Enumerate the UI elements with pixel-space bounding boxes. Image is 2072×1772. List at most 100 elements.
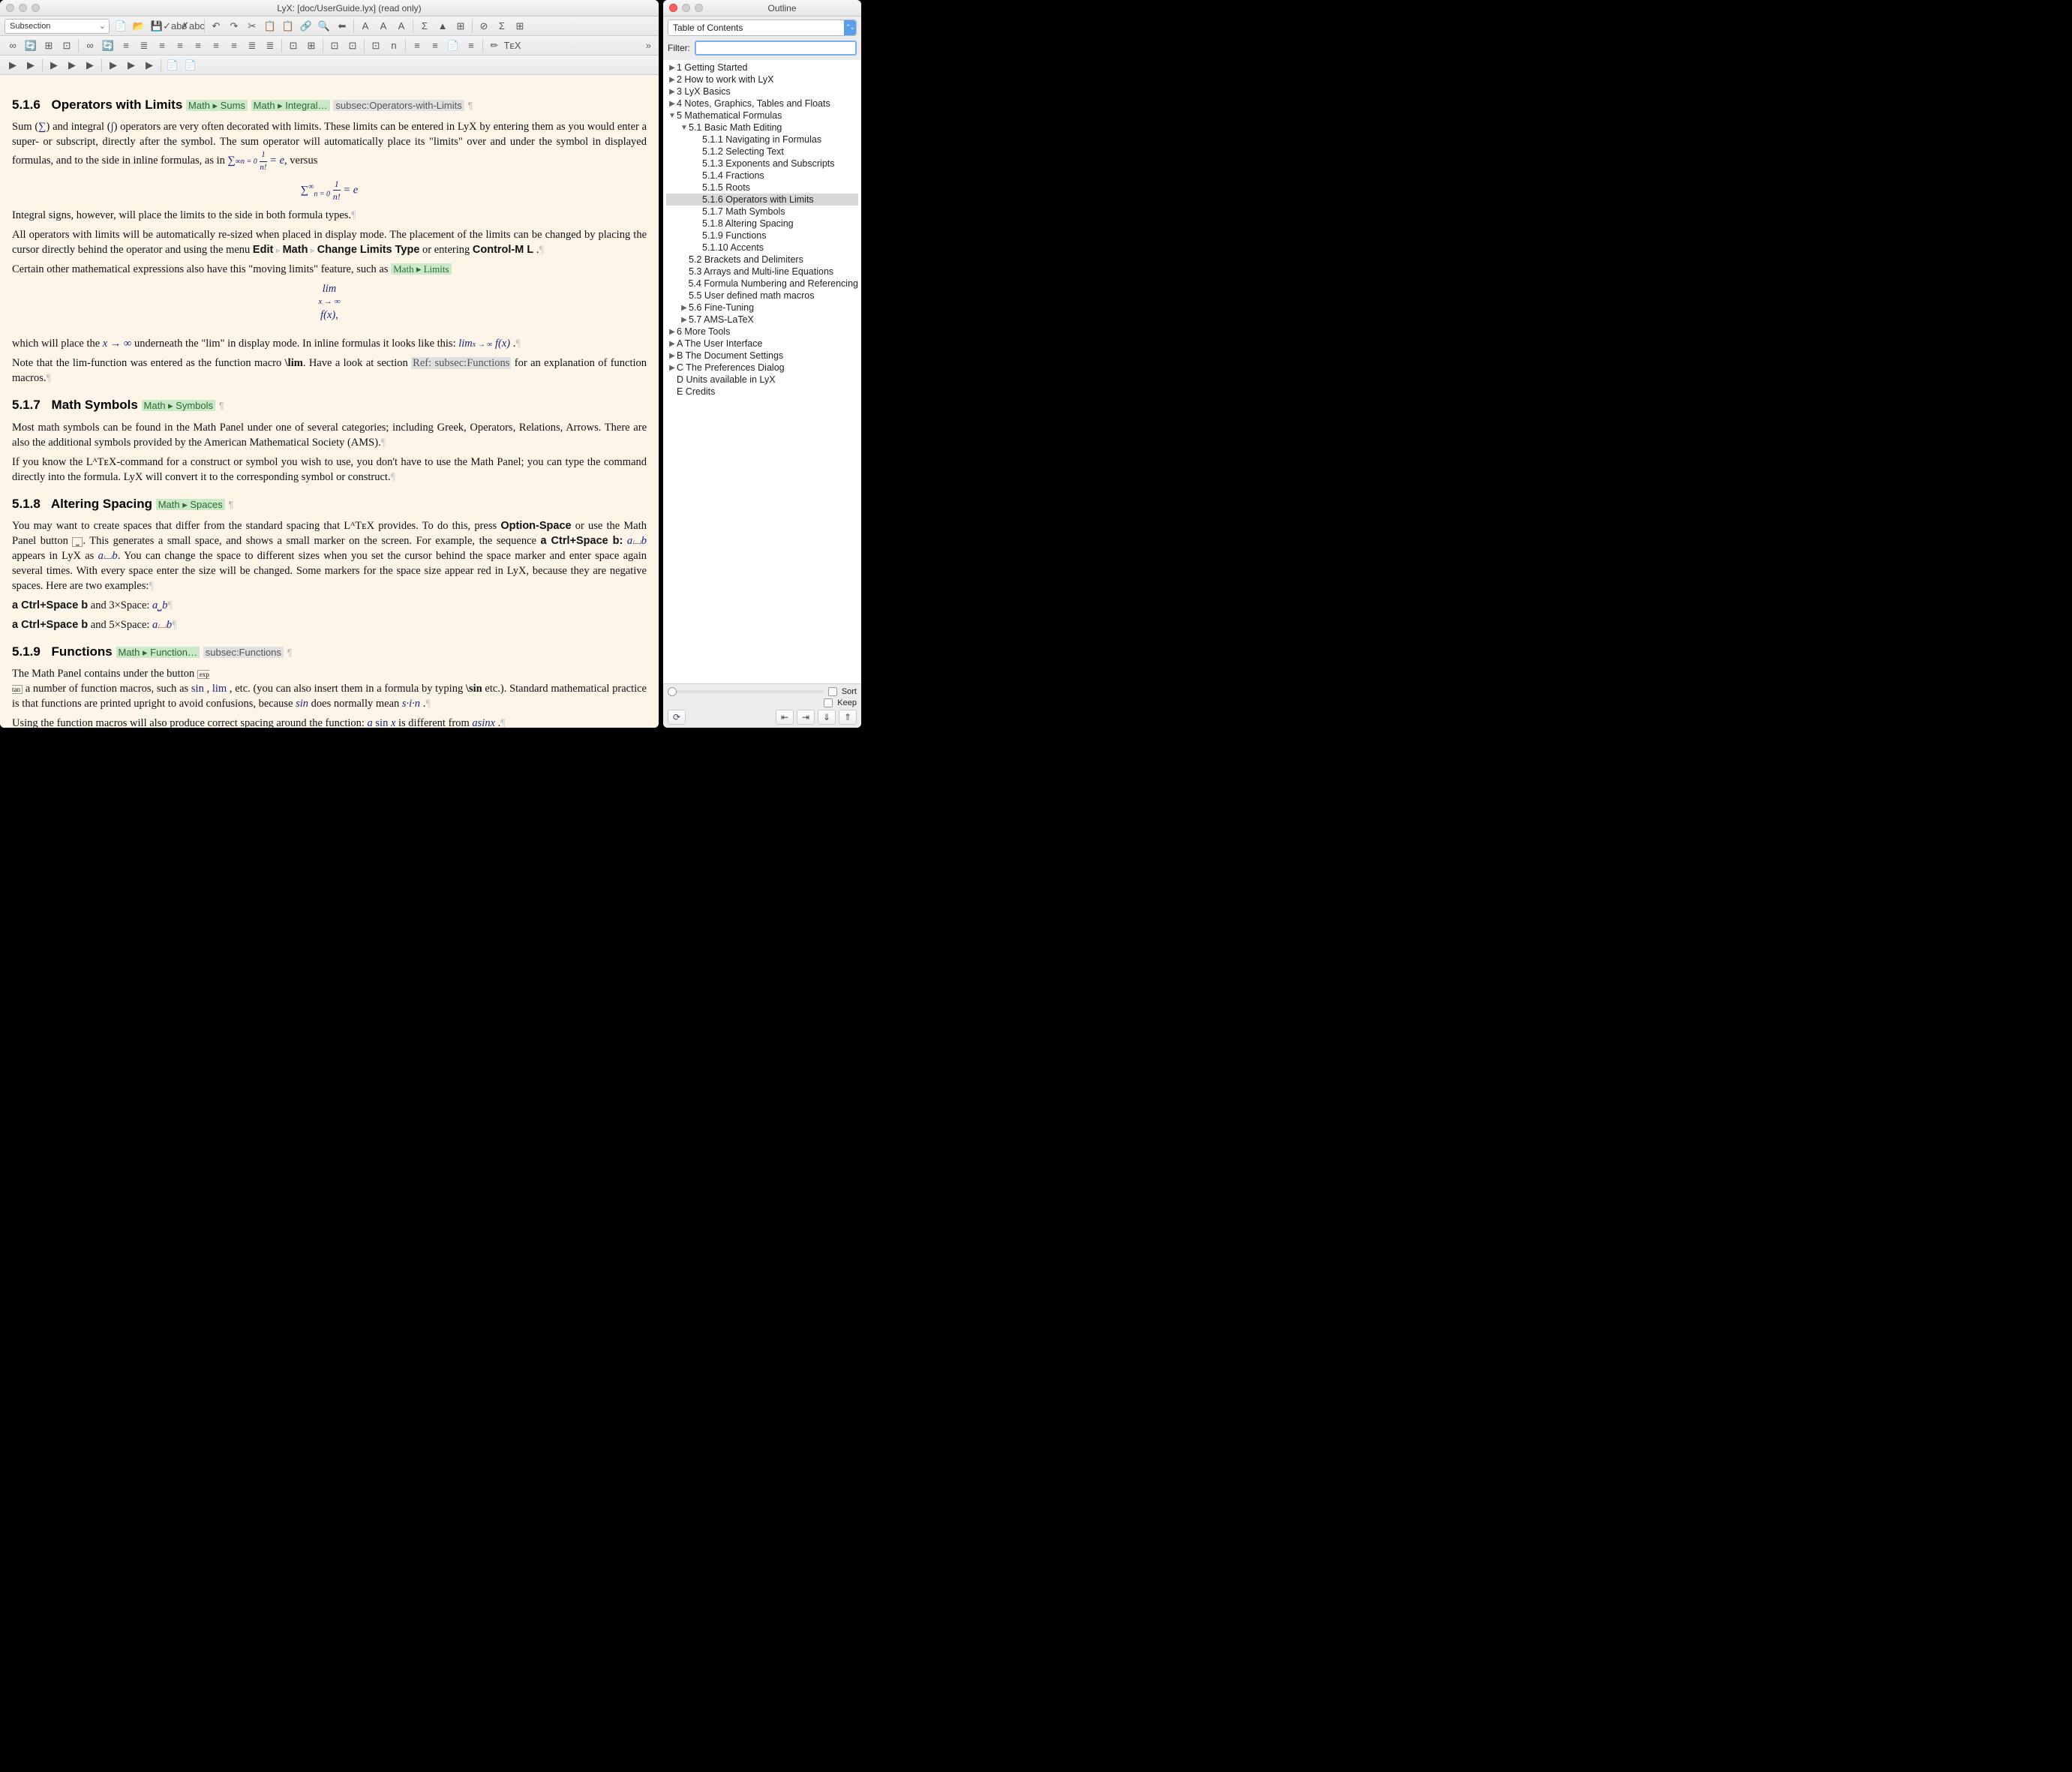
disclosure-arrow-icon[interactable]: ▶ bbox=[668, 64, 677, 72]
disclosure-arrow-icon[interactable]: ▶ bbox=[680, 304, 689, 312]
toc-item[interactable]: 5.2 Brackets and Delimiters bbox=[666, 254, 858, 266]
toc-tree[interactable]: ▶1 Getting Started▶2 How to work with Ly… bbox=[663, 60, 861, 683]
zoom-dot[interactable] bbox=[695, 4, 703, 12]
move-up-button[interactable]: ⇑ bbox=[839, 710, 857, 725]
toolbar-button[interactable]: ≡ bbox=[118, 38, 134, 53]
toolbar-button[interactable]: ≡ bbox=[154, 38, 170, 53]
toolbar-button[interactable]: ≡ bbox=[409, 38, 425, 53]
close-dot[interactable] bbox=[669, 4, 677, 12]
depth-slider[interactable] bbox=[668, 690, 824, 693]
toolbar-button[interactable]: ▶ bbox=[64, 58, 80, 73]
toc-item[interactable]: ▶A The User Interface bbox=[666, 338, 858, 350]
toolbar-button[interactable]: ▶ bbox=[82, 58, 98, 73]
toc-item[interactable]: 5.1.8 Altering Spacing bbox=[666, 218, 858, 230]
keep-checkbox[interactable] bbox=[824, 698, 833, 707]
toolbar-button[interactable]: 📂 bbox=[131, 19, 147, 34]
toc-item[interactable]: ▼5 Mathematical Formulas bbox=[666, 110, 858, 122]
toolbar-button[interactable]: TᴇX bbox=[504, 38, 521, 53]
toolbar-button[interactable]: ≣ bbox=[262, 38, 278, 53]
toc-item[interactable]: 5.1.2 Selecting Text bbox=[666, 146, 858, 158]
sort-checkbox[interactable] bbox=[828, 687, 837, 696]
toolbar-button[interactable]: A bbox=[393, 19, 410, 34]
toolbar-button[interactable]: ⬅ bbox=[334, 19, 350, 34]
disclosure-arrow-icon[interactable]: ▶ bbox=[668, 76, 677, 84]
toolbar-button[interactable]: 📋 bbox=[280, 19, 296, 34]
toc-item[interactable]: 5.1.5 Roots bbox=[666, 182, 858, 194]
toolbar-button[interactable]: ≡ bbox=[463, 38, 479, 53]
min-dot[interactable] bbox=[682, 4, 690, 12]
toolbar-button[interactable]: A bbox=[375, 19, 392, 34]
toolbar-button[interactable]: ⊡ bbox=[326, 38, 343, 53]
toolbar-button[interactable]: ≡ bbox=[190, 38, 206, 53]
toolbar-button[interactable]: ≣ bbox=[244, 38, 260, 53]
toolbar-button[interactable]: Σ bbox=[416, 19, 433, 34]
toolbar-button[interactable]: Σ bbox=[494, 19, 510, 34]
toolbar-button[interactable]: ≡ bbox=[226, 38, 242, 53]
toolbar-button[interactable]: ↶ bbox=[208, 19, 224, 34]
window-controls[interactable] bbox=[6, 4, 40, 12]
zoom-dot[interactable] bbox=[32, 4, 40, 12]
min-dot[interactable] bbox=[19, 4, 27, 12]
toc-item[interactable]: 5.4 Formula Numbering and Referencing bbox=[666, 278, 858, 290]
toc-item[interactable]: 5.1.10 Accents bbox=[666, 242, 858, 254]
toolbar-button[interactable]: n bbox=[386, 38, 402, 53]
disclosure-arrow-icon[interactable]: ▶ bbox=[680, 316, 689, 324]
toolbar-button[interactable]: ⊞ bbox=[512, 19, 528, 34]
toolbar-button[interactable]: ✂ bbox=[244, 19, 260, 34]
disclosure-arrow-icon[interactable]: ▶ bbox=[668, 340, 677, 348]
toolbar-button[interactable]: 📋 bbox=[262, 19, 278, 34]
toc-item[interactable]: ▶1 Getting Started bbox=[666, 62, 858, 74]
disclosure-arrow-icon[interactable]: ▶ bbox=[668, 364, 677, 372]
toolbar-button[interactable]: ⊡ bbox=[285, 38, 302, 53]
disclosure-arrow-icon[interactable]: ▶ bbox=[668, 328, 677, 336]
move-down-button[interactable]: ⇓ bbox=[818, 710, 836, 725]
toc-item[interactable]: ▶6 More Tools bbox=[666, 326, 858, 338]
toolbar-button[interactable]: 🔗 bbox=[298, 19, 314, 34]
filter-input[interactable] bbox=[695, 41, 857, 56]
promote-button[interactable]: ⇤ bbox=[776, 710, 794, 725]
toolbar-button[interactable]: ⊡ bbox=[59, 38, 75, 53]
toolbar-button[interactable]: ▲ bbox=[434, 19, 451, 34]
toolbar-button[interactable]: ✏ bbox=[486, 38, 503, 53]
toc-item[interactable]: 5.1.9 Functions bbox=[666, 230, 858, 242]
toolbar-button[interactable]: ≡ bbox=[172, 38, 188, 53]
toolbar-button[interactable]: ▶ bbox=[141, 58, 158, 73]
cross-reference[interactable]: Ref: subsec:Functions bbox=[411, 357, 511, 369]
toolbar-button[interactable]: ✗abc bbox=[185, 19, 201, 34]
toolbar-button[interactable]: ≡ bbox=[208, 38, 224, 53]
toc-item[interactable]: 5.3 Arrays and Multi-line Equations bbox=[666, 266, 858, 278]
toolbar-button[interactable]: ▶ bbox=[5, 58, 21, 73]
toc-item[interactable]: ▼5.1 Basic Math Editing bbox=[666, 122, 858, 134]
toolbar-button[interactable]: ∞ bbox=[82, 38, 98, 53]
toc-item[interactable]: D Units available in LyX bbox=[666, 374, 858, 386]
toolbar-overflow-icon[interactable]: » bbox=[643, 40, 654, 51]
toolbar-button[interactable]: ▶ bbox=[105, 58, 122, 73]
refresh-button[interactable]: ⟳ bbox=[668, 710, 686, 725]
toolbar-button[interactable]: ↷ bbox=[226, 19, 242, 34]
toc-item[interactable]: ▶3 LyX Basics bbox=[666, 86, 858, 98]
toolbar-button[interactable]: ⊞ bbox=[41, 38, 57, 53]
toolbar-button[interactable]: ≡ bbox=[427, 38, 443, 53]
toc-item[interactable]: 5.1.6 Operators with Limits bbox=[666, 194, 858, 206]
paragraph-type-select[interactable]: Subsection bbox=[5, 19, 110, 34]
toolbar-button[interactable]: ⊞ bbox=[303, 38, 320, 53]
disclosure-arrow-icon[interactable]: ▶ bbox=[668, 352, 677, 360]
toolbar-button[interactable]: ∞ bbox=[5, 38, 21, 53]
disclosure-arrow-icon[interactable]: ▼ bbox=[668, 112, 677, 120]
toc-item[interactable]: 5.1.4 Fractions bbox=[666, 170, 858, 182]
toolbar-button[interactable]: 📄 bbox=[182, 58, 199, 73]
toolbar-button[interactable]: ▶ bbox=[46, 58, 62, 73]
toolbar-button[interactable]: ⊡ bbox=[368, 38, 384, 53]
toolbar-button[interactable]: ≣ bbox=[136, 38, 152, 53]
demote-button[interactable]: ⇥ bbox=[797, 710, 815, 725]
toc-item[interactable]: 5.1.7 Math Symbols bbox=[666, 206, 858, 218]
toolbar-button[interactable]: A bbox=[357, 19, 374, 34]
outline-type-select[interactable]: Table of Contents bbox=[668, 20, 857, 36]
close-dot[interactable] bbox=[6, 4, 14, 12]
toc-item[interactable]: ▶2 How to work with LyX bbox=[666, 74, 858, 86]
toc-item[interactable]: ▶4 Notes, Graphics, Tables and Floats bbox=[666, 98, 858, 110]
toolbar-button[interactable]: ⊞ bbox=[452, 19, 469, 34]
toc-item[interactable]: ▶C The Preferences Dialog bbox=[666, 362, 858, 374]
toc-item[interactable]: ▶5.7 AMS-LaTeX bbox=[666, 314, 858, 326]
toolbar-button[interactable]: ▶ bbox=[123, 58, 140, 73]
